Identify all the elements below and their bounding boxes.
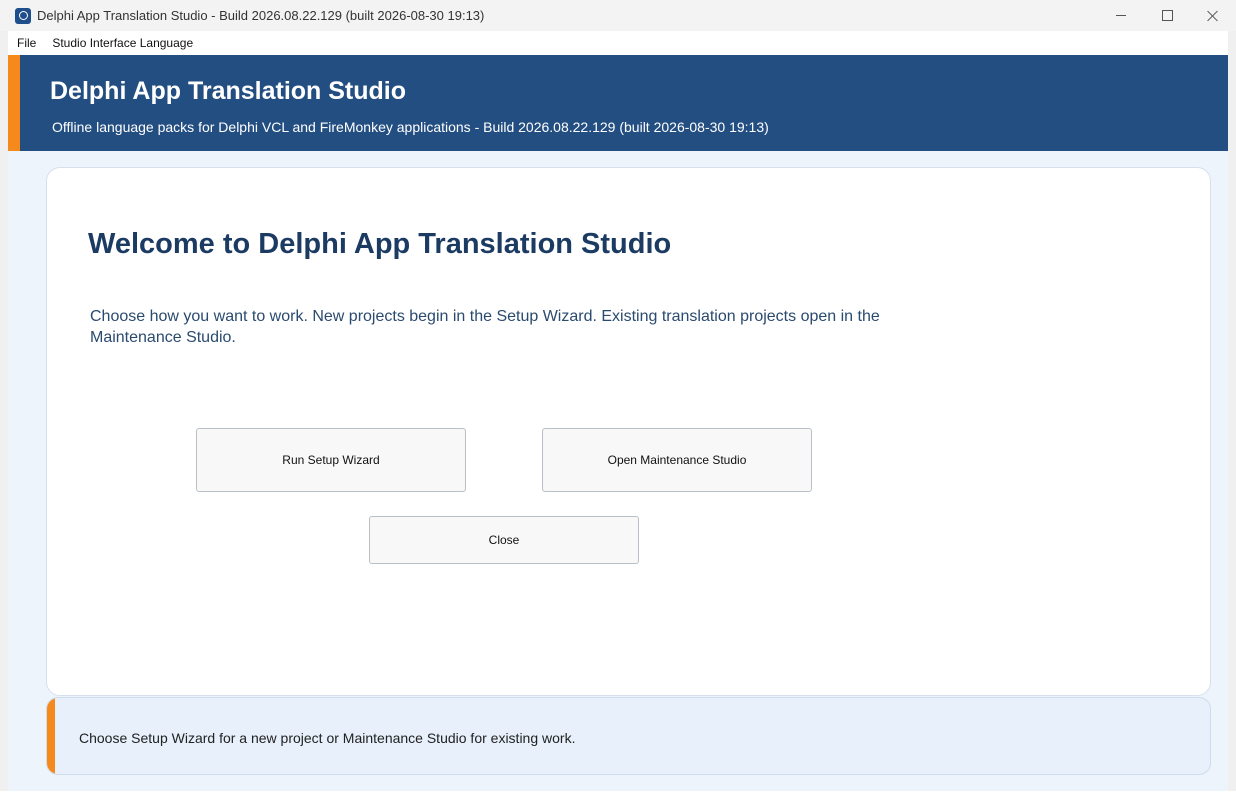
maximize-icon [1161,10,1173,21]
window-controls [1098,0,1236,31]
header-banner: Delphi App Translation Studio Offline la… [8,55,1228,151]
menu-file[interactable]: File [8,31,44,55]
status-accent-stripe [47,698,55,774]
run-setup-wizard-button[interactable]: Run Setup Wizard [196,428,466,492]
welcome-description: Choose how you want to work. New project… [90,308,880,346]
app-icon [15,7,31,24]
open-maintenance-studio-button[interactable]: Open Maintenance Studio [542,428,812,492]
minimize-button[interactable] [1098,0,1144,31]
close-window-button[interactable] [1190,0,1236,31]
status-panel: Choose Setup Wizard for a new project or… [46,697,1211,775]
welcome-title: Welcome to Delphi App Translation Studio [88,228,672,260]
title-bar[interactable]: Delphi App Translation Studio - Build 20… [0,0,1236,31]
minimize-icon [1116,15,1126,16]
maximize-button[interactable] [1144,0,1190,31]
menu-studio-interface-language[interactable]: Studio Interface Language [44,31,201,55]
client-area: Delphi App Translation Studio Offline la… [8,55,1228,791]
close-button[interactable]: Close [369,516,639,564]
window-title: Delphi App Translation Studio - Build 20… [37,8,485,23]
app-window: Delphi App Translation Studio - Build 20… [0,0,1236,799]
close-icon [1207,10,1219,22]
header-title: Delphi App Translation Studio [50,77,407,105]
window-bottom-edge [0,791,1236,799]
welcome-card: Welcome to Delphi App Translation Studio… [46,167,1211,696]
header-accent-stripe [8,55,20,151]
header-subtitle: Offline language packs for Delphi VCL an… [52,119,769,135]
status-text: Choose Setup Wizard for a new project or… [79,730,576,746]
menu-bar: File Studio Interface Language [8,31,1228,55]
